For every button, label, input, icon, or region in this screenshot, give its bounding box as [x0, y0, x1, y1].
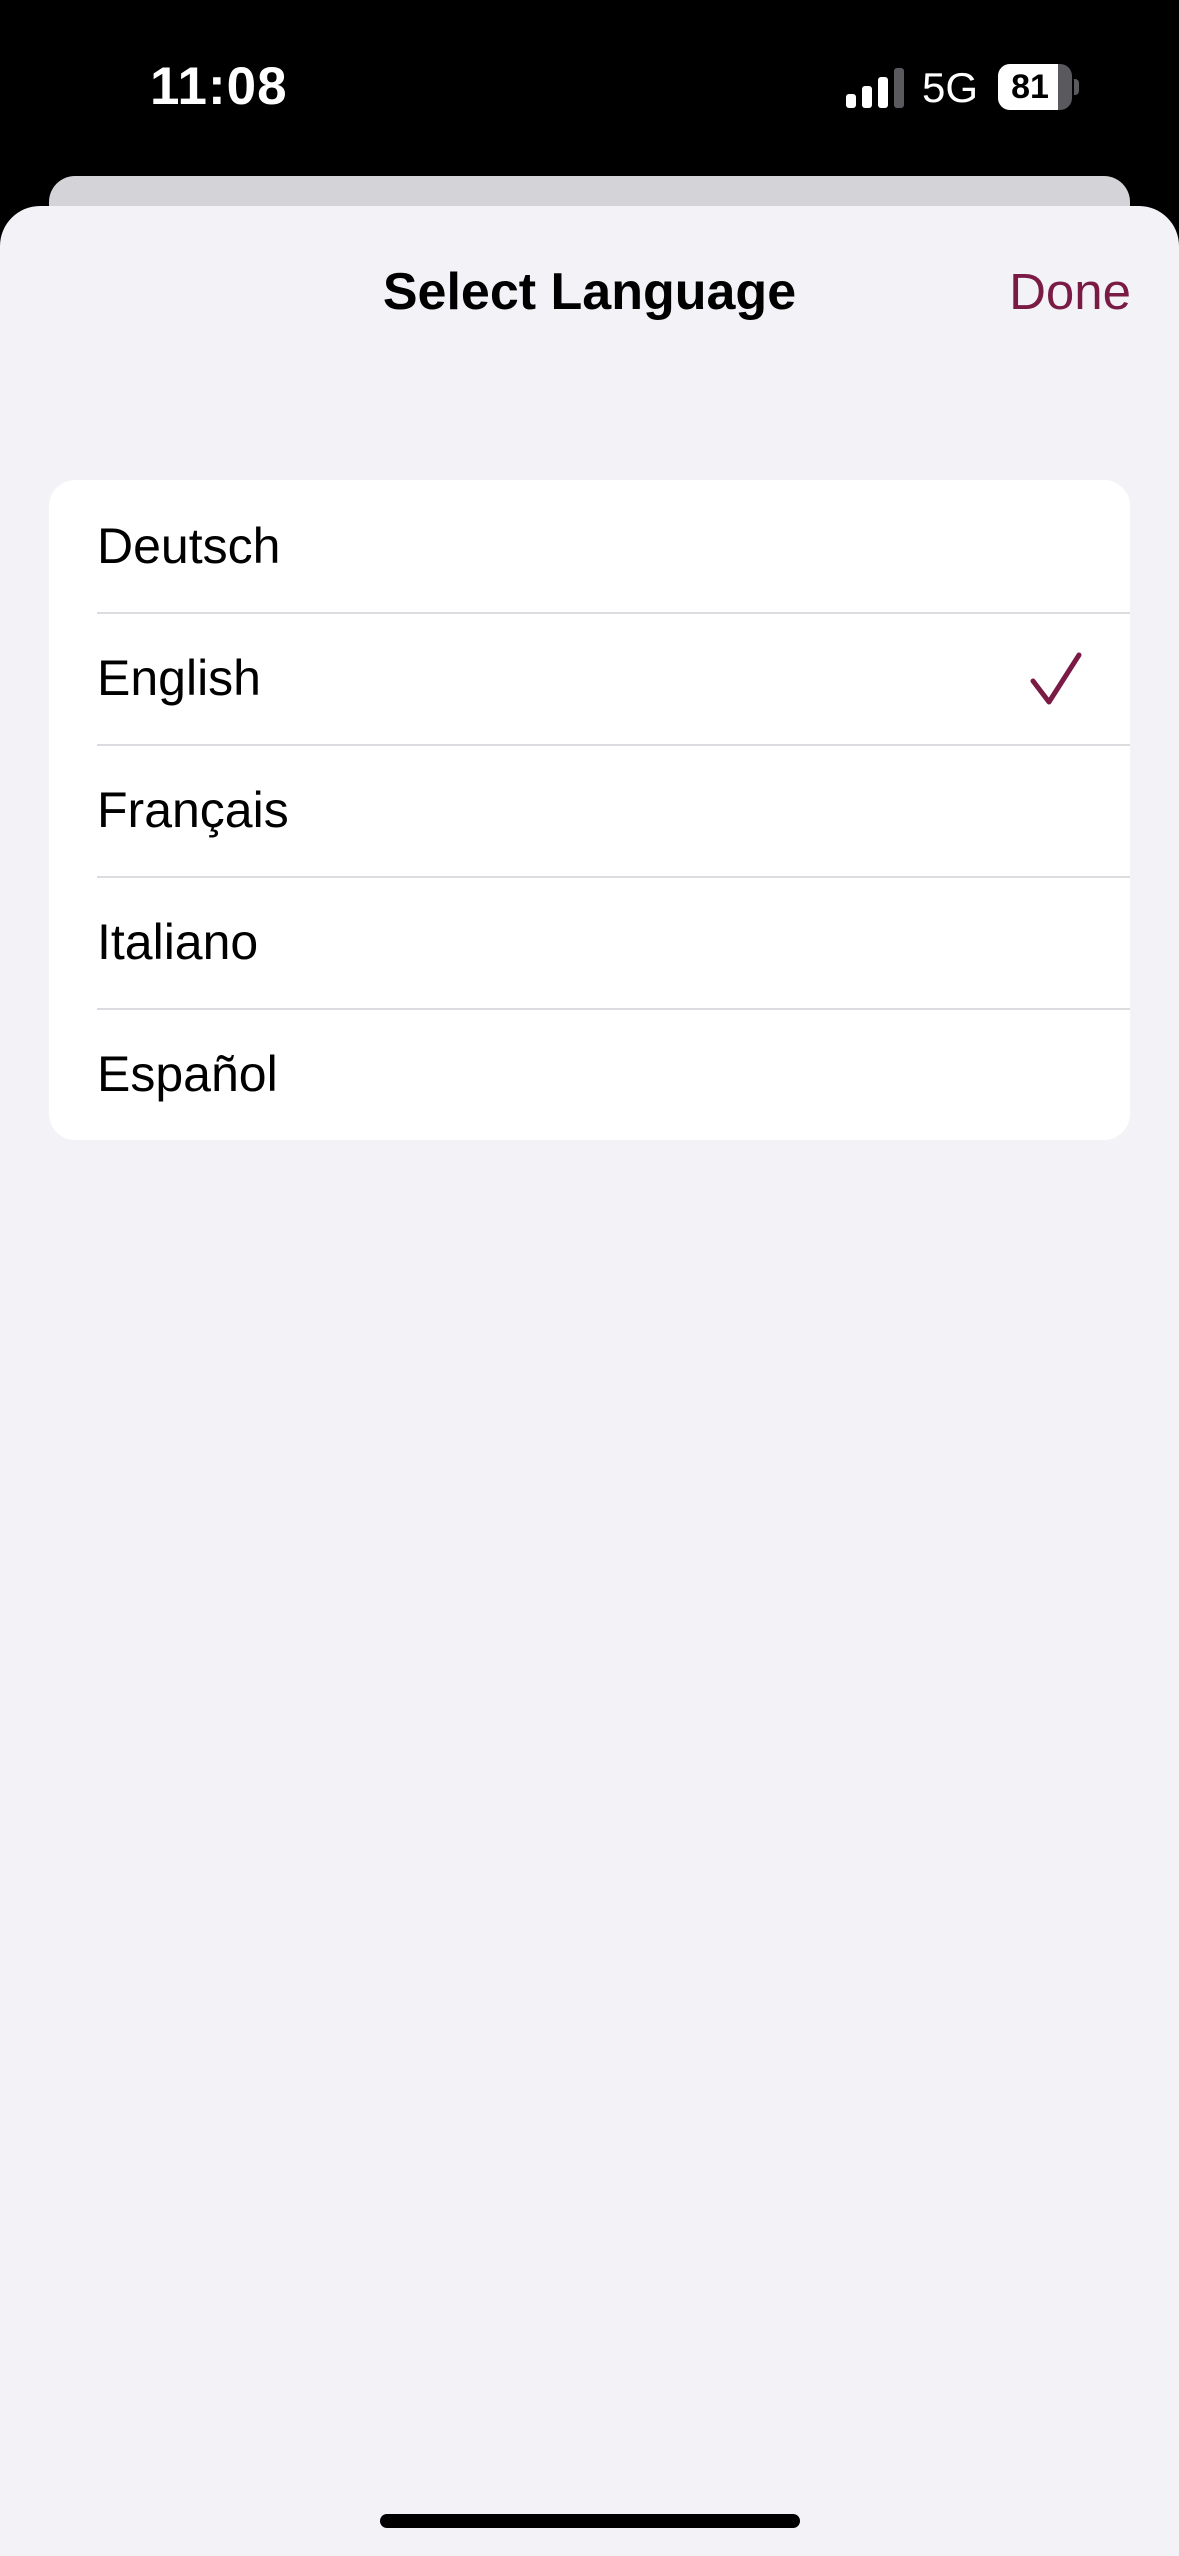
signal-bar — [878, 77, 888, 108]
cellular-signal-icon — [846, 68, 904, 108]
signal-bar — [862, 86, 872, 108]
status-time: 11:08 — [150, 57, 288, 116]
language-label: Deutsch — [97, 518, 281, 574]
language-item-francais[interactable]: Français — [49, 744, 1130, 876]
language-item-english[interactable]: English — [49, 612, 1130, 744]
checkmark-icon — [1030, 652, 1082, 705]
language-label: Français — [97, 782, 289, 838]
done-button[interactable]: Done — [1009, 262, 1131, 321]
language-sheet: Select Language Done Deutsch English Fra… — [0, 206, 1179, 2556]
language-list: Deutsch English Français Italiano Españo… — [49, 480, 1130, 1140]
language-item-deutsch[interactable]: Deutsch — [49, 480, 1130, 612]
home-indicator[interactable] — [380, 2514, 800, 2528]
sheet-title: Select Language — [382, 263, 797, 321]
language-item-espanol[interactable]: Español — [49, 1008, 1130, 1140]
language-item-italiano[interactable]: Italiano — [49, 876, 1130, 1008]
language-label: Italiano — [97, 914, 259, 970]
signal-bar — [894, 68, 904, 108]
network-type-label: 5G — [922, 64, 979, 111]
language-label: English — [97, 650, 261, 706]
battery-icon: 81 — [998, 64, 1079, 110]
battery-cap — [1074, 79, 1079, 95]
language-label: Español — [97, 1046, 278, 1102]
status-bar: 11:08 5G 81 — [0, 0, 1179, 175]
battery-level: 81 — [1011, 68, 1049, 106]
battery-body: 81 — [998, 64, 1072, 110]
signal-bar — [846, 94, 856, 108]
